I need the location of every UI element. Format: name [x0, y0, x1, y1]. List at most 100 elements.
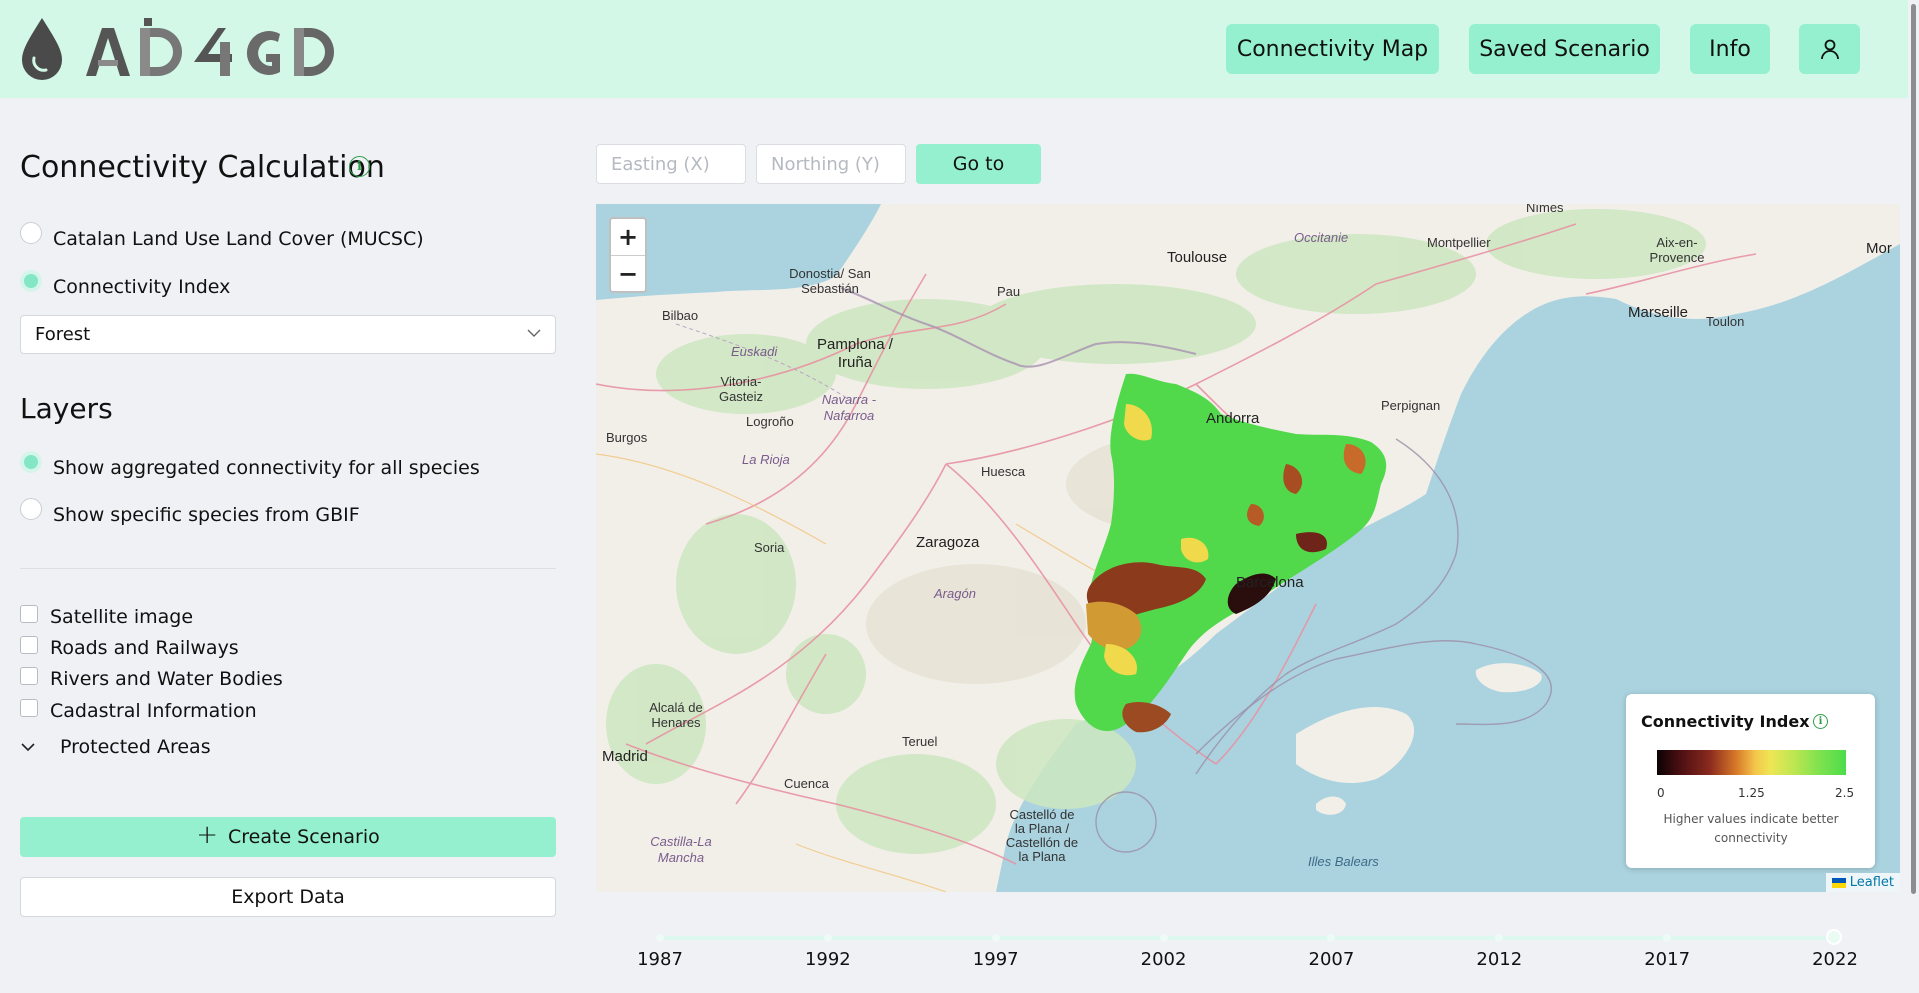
connectivity-calculation-title: Connectivity Calculation i — [20, 150, 385, 185]
option-mucsc[interactable]: Catalan Land Use Land Cover (MUCSC) — [20, 222, 424, 250]
timeline-tick[interactable] — [823, 934, 832, 942]
go-to-button[interactable]: Go to — [916, 144, 1041, 184]
app-header: Connectivity Map Saved Scenario Info — [0, 0, 1919, 98]
chevron-down-icon — [527, 329, 541, 337]
info-icon[interactable]: i — [349, 156, 370, 177]
map-label: Vitoria-Gasteiz — [718, 374, 764, 404]
nav-info[interactable]: Info — [1690, 24, 1770, 74]
map-label: Madrid — [602, 748, 648, 765]
map-label: Andorra — [1206, 410, 1260, 427]
attribution-link[interactable]: Leaflet — [1850, 875, 1894, 890]
map-label: Pau — [997, 284, 1021, 299]
timeline-year-label[interactable]: 2002 — [1124, 949, 1204, 970]
checkbox-rivers[interactable] — [20, 667, 38, 685]
timeline-tick[interactable] — [1327, 934, 1336, 942]
nav-connectivity-map[interactable]: Connectivity Map — [1226, 24, 1439, 74]
plus-icon: + — [196, 820, 218, 850]
calc-title-text: Connectivity Calculation — [20, 150, 385, 185]
map-label: Castelló de la Plana / Castellón de la P… — [1005, 807, 1079, 864]
overlay-roads[interactable]: Roads and Railways — [20, 636, 239, 659]
easting-input[interactable] — [596, 144, 746, 184]
year-timeline-track[interactable] — [660, 936, 1835, 940]
legend-note: Higher values indicate better connectivi… — [1663, 812, 1839, 845]
radio-mucsc[interactable] — [20, 222, 42, 244]
map-label: Pamplona / Iruña — [817, 336, 893, 371]
timeline-year-label[interactable]: 2022 — [1795, 949, 1875, 970]
ad4gd-logo[interactable] — [18, 14, 358, 84]
create-scenario-label: Create Scenario — [228, 826, 380, 848]
timeline-year-label[interactable]: 2012 — [1459, 949, 1539, 970]
timeline-year-label[interactable]: 1992 — [788, 949, 868, 970]
checkbox-cadastral[interactable] — [20, 699, 38, 717]
legend-max: 2.5 — [1835, 786, 1855, 800]
zoom-out-button[interactable]: − — [611, 255, 645, 291]
habitat-select[interactable]: Forest — [20, 315, 556, 354]
northing-input[interactable] — [756, 144, 906, 184]
radio-aggregated[interactable] — [20, 451, 42, 473]
overlay-cadastral-label: Cadastral Information — [50, 700, 257, 722]
map-label: Logroño — [746, 414, 794, 429]
info-icon[interactable]: i — [1813, 714, 1828, 729]
overlay-rivers[interactable]: Rivers and Water Bodies — [20, 667, 283, 690]
timeline-year-label[interactable]: 1997 — [956, 949, 1036, 970]
timeline-tick[interactable] — [1159, 934, 1168, 942]
option-connectivity-index[interactable]: Connectivity Index — [20, 270, 230, 298]
create-scenario-button[interactable]: + Create Scenario — [20, 817, 556, 857]
map-label: Alcalá de Henares — [649, 700, 703, 730]
timeline-tick[interactable] — [1663, 934, 1672, 942]
legend-min: 0 — [1657, 786, 1665, 800]
map-view[interactable]: Toulouse Nîmes Montpellier Aix-en-Proven… — [596, 204, 1900, 892]
map-label: Castilla-La Mancha — [650, 834, 712, 865]
protected-areas-toggle[interactable]: Protected Areas — [20, 736, 211, 758]
nav-saved-scenario[interactable]: Saved Scenario — [1469, 24, 1660, 74]
legend-mid: 1.25 — [1738, 786, 1765, 800]
leaflet-attribution[interactable]: Leaflet — [1825, 873, 1900, 892]
export-data-button[interactable]: Export Data — [20, 877, 556, 917]
map-label: Burgos — [606, 430, 648, 445]
map-label: La Rioja — [742, 452, 790, 467]
timeline-year-label[interactable]: 1987 — [620, 949, 700, 970]
map-label: Toulouse — [1167, 249, 1228, 266]
radio-connectivity-index[interactable] — [20, 270, 42, 292]
scrollbar[interactable] — [1908, 0, 1919, 993]
map-label: Perpignan — [1381, 398, 1441, 413]
timeline-tick[interactable] — [1495, 934, 1504, 942]
scrollbar-thumb[interactable] — [1911, 4, 1916, 894]
timeline-tick[interactable] — [991, 934, 1000, 942]
timeline-year-label[interactable]: 2007 — [1291, 949, 1371, 970]
layer-mode-gbif[interactable]: Show specific species from GBIF — [20, 498, 360, 526]
overlay-rivers-label: Rivers and Water Bodies — [50, 668, 283, 690]
chevron-down-icon — [21, 743, 35, 752]
map-label: Toulon — [1706, 314, 1745, 329]
map-label: Donostia/ San Sebastián — [789, 266, 871, 296]
user-button[interactable] — [1799, 24, 1860, 74]
overlay-satellite-label: Satellite image — [50, 606, 194, 628]
layer-mode-aggregated[interactable]: Show aggregated connectivity for all spe… — [20, 451, 480, 479]
timeline-year-label[interactable]: 2017 — [1627, 949, 1707, 970]
protected-areas-label: Protected Areas — [60, 736, 211, 758]
map-label: Aragón — [934, 586, 976, 601]
map-label: Navarra - Nafarroa — [821, 392, 877, 423]
map-label: Zaragoza — [916, 534, 980, 551]
timeline-handle[interactable] — [1826, 929, 1842, 945]
radio-gbif[interactable] — [20, 498, 42, 520]
legend-title: Connectivity Index — [1641, 712, 1810, 731]
timeline-tick[interactable] — [656, 934, 664, 942]
map-label: Marseille — [1628, 304, 1689, 321]
user-icon — [1820, 39, 1839, 60]
map-label: Aix-en-Provence — [1649, 235, 1705, 265]
overlay-cadastral[interactable]: Cadastral Information — [20, 699, 257, 722]
zoom-in-button[interactable]: + — [611, 219, 645, 255]
map-label: Montpellier — [1427, 235, 1491, 250]
ukraine-flag-icon — [1831, 877, 1846, 888]
map-label: Occitanie — [1294, 230, 1349, 245]
checkbox-satellite[interactable] — [20, 605, 38, 623]
overlay-satellite[interactable]: Satellite image — [20, 605, 194, 628]
zoom-control: + − — [609, 217, 647, 293]
map-label: Euskadi — [731, 344, 778, 359]
map-label: Nîmes — [1526, 204, 1564, 215]
map-label: Bilbao — [662, 308, 699, 323]
legend-color-bar — [1657, 750, 1846, 775]
checkbox-roads[interactable] — [20, 636, 38, 654]
connectivity-legend: Connectivity Index i 0 1.25 2.5 Higher v… — [1626, 694, 1875, 868]
